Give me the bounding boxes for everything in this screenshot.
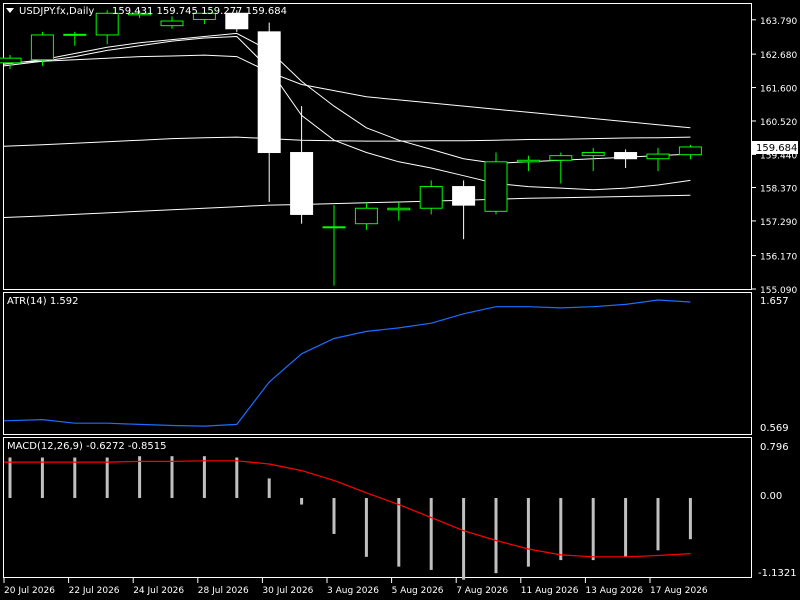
time-tick-label: 3 Aug 2026: [327, 586, 379, 596]
price-tick-label: 158.370: [760, 185, 797, 195]
candle-body-bull: [354, 207, 378, 225]
macd-histogram-bar: [300, 498, 304, 505]
macd-histogram-bar: [267, 478, 271, 499]
candle-body-bull: [30, 34, 54, 61]
macd-histogram-bar: [8, 457, 12, 499]
moving-average-line: [3, 54, 691, 129]
price-axis: 163.790162.680161.600160.520159.440158.3…: [751, 17, 797, 296]
candle-body-bull: [678, 146, 702, 156]
candle[interactable]: [63, 31, 87, 46]
macd-histogram-bar: [494, 498, 498, 574]
candle[interactable]: [387, 202, 411, 221]
candle-body-bull: [549, 155, 573, 161]
time-tick-label: 22 Jul 2026: [69, 586, 120, 596]
macd-histogram-bar: [105, 457, 109, 499]
atr-line-series: [3, 299, 691, 427]
candle-body-bull: [484, 161, 508, 212]
atr-line: [3, 299, 691, 427]
macd-histogram-bar: [332, 498, 336, 534]
time-tick-label: 7 Aug 2026: [456, 586, 508, 596]
candle-body-bull: [322, 226, 346, 229]
price-tick-label: 161.600: [760, 85, 797, 95]
candle[interactable]: [484, 152, 508, 215]
current-price-label: 159.684: [756, 143, 797, 154]
candle[interactable]: [257, 22, 281, 203]
candle[interactable]: [290, 106, 314, 224]
time-tick-label: 17 Aug 2026: [650, 586, 708, 596]
time-tick-label: 11 Aug 2026: [521, 586, 579, 596]
candle-body-bear: [452, 186, 476, 206]
candle-body-bear: [257, 31, 281, 154]
symbol-dropdown-icon[interactable]: [6, 8, 14, 13]
candle[interactable]: [614, 149, 638, 169]
macd-histogram-bar: [688, 498, 692, 540]
macd-histogram-bar: [656, 498, 660, 551]
macd-histogram-bar: [397, 498, 401, 567]
atr-tick-high: 1.657: [760, 296, 789, 307]
candle[interactable]: [160, 16, 184, 29]
price-tick-label: 160.520: [760, 118, 797, 128]
candle-body-bull: [63, 33, 87, 36]
candle-body-bear: [290, 152, 314, 215]
candle[interactable]: [516, 155, 540, 172]
candle-body-bull: [0, 57, 22, 64]
time-tick-label: 5 Aug 2026: [392, 586, 444, 596]
ohlc-readout: 159.431 159.745 159.277 159.684: [112, 6, 287, 17]
atr-tick-low: 0.569: [760, 423, 789, 434]
candle[interactable]: [354, 202, 378, 230]
macd-histogram-bar: [526, 498, 530, 567]
moving-average-line: [3, 194, 691, 218]
time-tick-label: 28 Jul 2026: [198, 586, 249, 596]
moving-average-line: [3, 32, 691, 164]
candle-body-bull: [387, 207, 411, 211]
time-tick-label: 13 Aug 2026: [585, 586, 643, 596]
candle-body-bull: [646, 153, 670, 160]
price-tick-label: 162.680: [760, 51, 797, 61]
time-tick-label: 30 Jul 2026: [262, 586, 313, 596]
macd-label: MACD(12,26,9) -0.6272 -0.8515: [7, 441, 167, 452]
moving-average-lines: [3, 32, 691, 218]
macd-tick-low: -1.1321: [758, 568, 797, 579]
candle[interactable]: [419, 180, 443, 215]
macd-histogram-bar: [202, 456, 206, 499]
atr-label: ATR(14) 1.592: [7, 296, 78, 307]
macd-histogram-bar: [559, 498, 563, 561]
macd-tick-high: 0.796: [760, 442, 789, 453]
candle[interactable]: [678, 144, 702, 160]
price-tick-label: 155.090: [760, 286, 797, 296]
macd-histogram-bar: [138, 456, 142, 499]
moving-average-line: [3, 35, 691, 191]
candle[interactable]: [646, 147, 670, 172]
macd-histogram-bar: [170, 456, 174, 499]
time-axis: 20 Jul 2026 22 Jul 2026 24 Jul 2026 28 Jul …: [3, 578, 708, 596]
macd-histogram-bar: [73, 457, 77, 499]
macd-histogram-bar: [429, 498, 433, 570]
symbol-label: USDJPY.fx,Daily: [19, 6, 94, 17]
candle[interactable]: [549, 152, 573, 184]
macd-tick-zero: 0.00: [760, 491, 782, 502]
trading-chart[interactable]: USDJPY.fx,Daily 159.431 159.745 159.277 …: [0, 0, 800, 600]
price-tick-label: 157.290: [760, 218, 797, 228]
macd-histogram: [8, 456, 692, 580]
candle[interactable]: [322, 205, 346, 286]
macd-histogram-bar: [462, 498, 466, 580]
candlesticks[interactable]: [0, 10, 702, 286]
price-tick-label: 163.790: [760, 17, 797, 27]
macd-histogram-bar: [364, 498, 368, 557]
macd-histogram-bar: [624, 498, 628, 557]
atr-panel-frame: [3, 292, 752, 435]
macd-histogram-bar: [591, 498, 595, 561]
candle-body-bull: [419, 186, 443, 209]
price-tick-label: 156.170: [760, 253, 797, 263]
time-tick-label: 24 Jul 2026: [133, 586, 184, 596]
candle-body-bull: [581, 152, 605, 157]
candle[interactable]: [452, 180, 476, 240]
macd-histogram-bar: [40, 457, 44, 499]
time-tick-label: 20 Jul 2026: [4, 586, 55, 596]
candle-body-bear: [614, 152, 638, 160]
candle-body-bull: [516, 159, 540, 163]
macd-histogram-bar: [235, 457, 239, 499]
candle-body-bull: [160, 20, 184, 27]
